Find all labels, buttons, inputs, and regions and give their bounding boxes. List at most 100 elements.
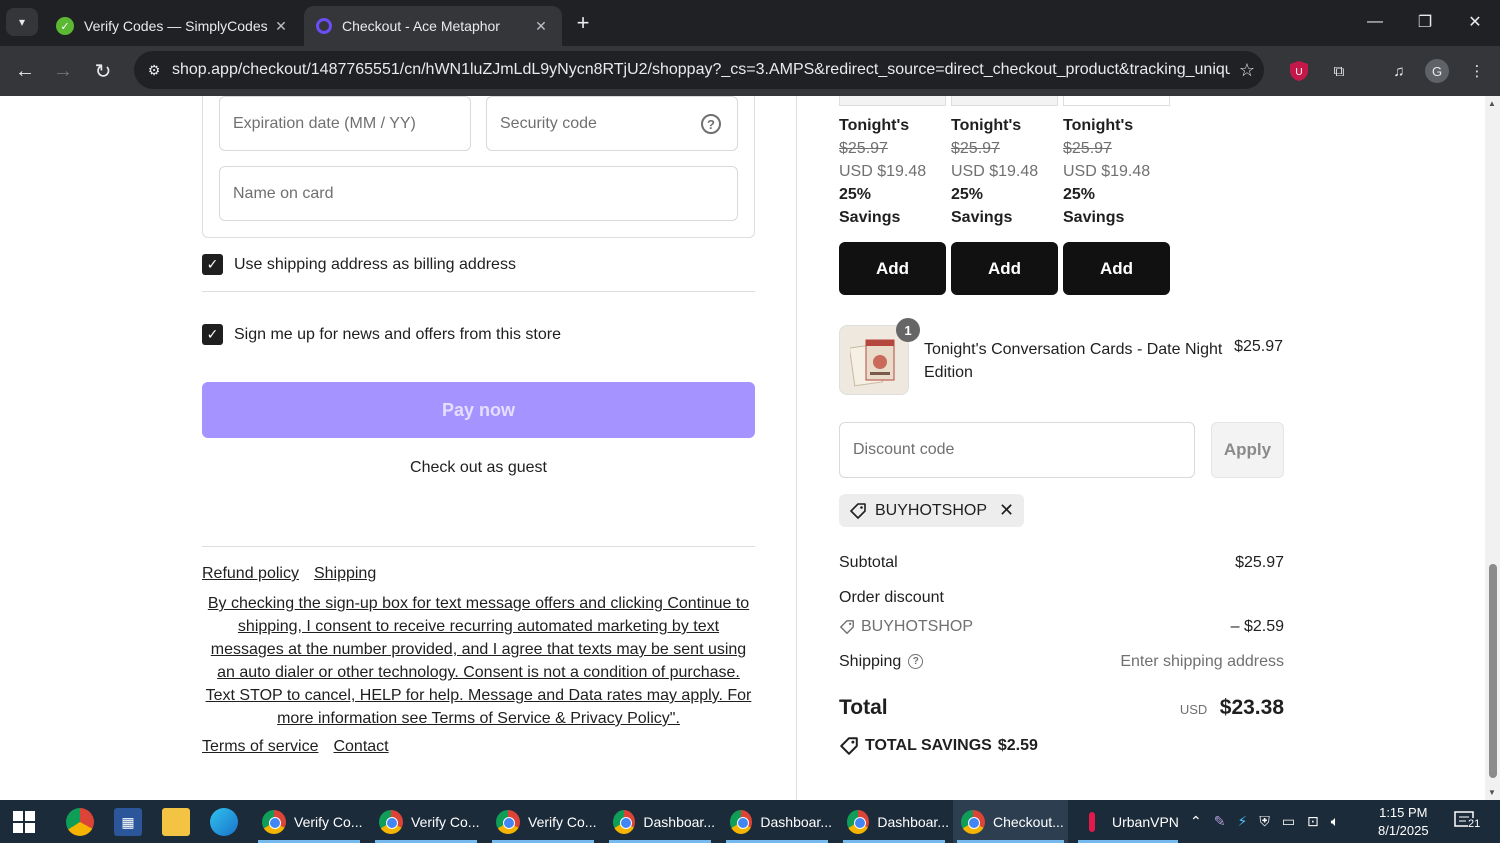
tag-icon: [850, 502, 866, 519]
pay-now-button[interactable]: Pay now: [202, 382, 755, 438]
tab-close-icon[interactable]: ✕: [272, 18, 290, 35]
page-scrollbar[interactable]: ▲ ▼: [1485, 96, 1500, 800]
taskbar-clock[interactable]: 1:15 PM 8/1/2025: [1378, 804, 1429, 840]
taskbar-app-checkout[interactable]: Checkout...: [953, 800, 1068, 843]
recommendation-card: Tonight's $25.97 USD $19.48 25% Savings: [1063, 114, 1171, 229]
security-code-help-icon[interactable]: ?: [701, 114, 721, 134]
rec-price: USD $19.48: [839, 163, 927, 180]
profile-avatar[interactable]: G: [1424, 58, 1450, 84]
edge-icon[interactable]: [210, 808, 238, 836]
close-window-button[interactable]: ✕: [1452, 6, 1498, 38]
media-control-icon[interactable]: ♫: [1386, 58, 1412, 84]
discount-code-input[interactable]: [853, 441, 1194, 459]
taskbar-app-urbanvpn[interactable]: UrbanVPN: [1074, 800, 1182, 843]
name-on-card-input[interactable]: [233, 184, 737, 203]
extensions-puzzle-icon[interactable]: ⧉: [1326, 58, 1352, 84]
apply-discount-button[interactable]: Apply: [1211, 422, 1284, 478]
battery-icon[interactable]: ▭: [1282, 813, 1295, 830]
taskbar-app-verify-codes[interactable]: Verify Co...: [371, 800, 481, 843]
network-icon[interactable]: ⊡: [1307, 813, 1319, 830]
recommendation-image: [839, 96, 946, 106]
windows-start-icon[interactable]: [12, 810, 36, 834]
recommendation-image: [951, 96, 1058, 106]
site-info-icon[interactable]: ⚙: [140, 62, 168, 79]
conversation-cards-image: [850, 339, 895, 387]
back-button[interactable]: ←: [10, 56, 40, 86]
recommendation-card: Tonight's $25.97 USD $19.48 25% Savings: [951, 114, 1059, 229]
applied-code-label: BUYHOTSHOP: [875, 501, 988, 519]
name-on-card-field[interactable]: [219, 166, 738, 221]
rec-savings-label: Savings: [839, 209, 901, 226]
app-tray-icon[interactable]: ⚡: [1237, 813, 1247, 830]
security-code-field[interactable]: ?: [486, 96, 738, 151]
cart-item-price: $25.97: [1234, 338, 1283, 355]
taskbar-app-verify-codes[interactable]: Verify Co...: [488, 800, 598, 843]
address-bar[interactable]: ⚙ shop.app/checkout/1487765551/cn/hWN1lu…: [134, 51, 1264, 89]
taskbar-app-label: Dashboar...: [877, 813, 949, 830]
shipping-policy-link[interactable]: Shipping: [314, 565, 376, 583]
add-recommendation-button[interactable]: Add: [951, 242, 1058, 295]
rec-savings-pct: 25%: [1063, 186, 1096, 203]
shipping-row: Shipping? Enter shipping address: [839, 653, 1284, 671]
browser-toolbar: ← → ↻ ⚙ shop.app/checkout/1487765551/cn/…: [0, 46, 1500, 96]
chrome-pinned-icon[interactable]: [66, 808, 94, 836]
newsletter-row[interactable]: ✓ Sign me up for news and offers from th…: [202, 324, 561, 345]
checkout-as-guest-link[interactable]: Check out as guest: [202, 459, 755, 477]
remove-discount-icon[interactable]: ✕: [999, 500, 1014, 521]
quantity-badge: 1: [896, 318, 920, 342]
discount-code-field[interactable]: [839, 422, 1195, 478]
terms-of-service-link[interactable]: Terms of service: [202, 738, 318, 756]
sms-consent-text[interactable]: By checking the sign-up box for text mes…: [202, 592, 755, 730]
bookmark-star-icon[interactable]: ☆: [1230, 60, 1264, 81]
discount-code-name: BUYHOTSHOP: [861, 618, 974, 635]
newsletter-checkbox[interactable]: ✓: [202, 324, 223, 345]
cart-item-name: Tonight's Conversation Cards - Date Nigh…: [924, 341, 1223, 381]
use-shipping-checkbox[interactable]: ✓: [202, 254, 223, 275]
tray-overflow-icon[interactable]: ⌃: [1190, 813, 1202, 830]
new-tab-button[interactable]: +: [570, 10, 596, 36]
use-shipping-as-billing-row[interactable]: ✓ Use shipping address as billing addres…: [202, 254, 516, 275]
tab-search-dropdown[interactable]: ▾: [6, 8, 38, 36]
refund-policy-link[interactable]: Refund policy: [202, 565, 299, 583]
expiration-date-input[interactable]: [233, 114, 470, 133]
browser-menu-icon[interactable]: ⋮: [1464, 58, 1490, 84]
taskbar-app-dashboard[interactable]: Dashboar...: [605, 800, 715, 843]
add-recommendation-button[interactable]: Add: [1063, 242, 1170, 295]
taskbar-app-label: Verify Co...: [411, 813, 480, 830]
system-tray: ⌃ ✎ ⚡ ⛨ ▭ ⊡ 🔈︎: [1190, 800, 1339, 843]
shipping-help-icon[interactable]: ?: [908, 654, 924, 670]
scrollbar-thumb[interactable]: [1489, 564, 1497, 778]
security-tray-icon[interactable]: ⛨: [1259, 813, 1270, 830]
pen-tray-icon[interactable]: ✎: [1214, 813, 1226, 830]
contact-link[interactable]: Contact: [333, 738, 388, 756]
calculator-icon[interactable]: ▦: [114, 808, 142, 836]
tab-verify-codes[interactable]: ✓ Verify Codes — SimplyCodes ✕: [44, 6, 302, 46]
add-recommendation-button[interactable]: Add: [839, 242, 946, 295]
restore-button[interactable]: ❐: [1402, 6, 1448, 38]
rec-name: Tonight's: [1063, 117, 1134, 134]
volume-icon[interactable]: 🔈︎: [1331, 813, 1339, 830]
notification-center-button[interactable]: 21: [1454, 810, 1488, 834]
ublock-extension-icon[interactable]: U: [1286, 58, 1312, 84]
taskbar-app-label: Dashboar...: [760, 813, 832, 830]
rec-savings-pct: 25%: [839, 186, 872, 203]
scroll-down-arrow-icon[interactable]: ▼: [1488, 788, 1496, 797]
tab-checkout[interactable]: Checkout - Ace Metaphor ✕: [304, 6, 562, 46]
file-explorer-icon[interactable]: [162, 808, 190, 836]
shipping-value: Enter shipping address: [1120, 653, 1284, 670]
scroll-up-arrow-icon[interactable]: ▲: [1488, 99, 1496, 108]
taskbar-app-verify-codes[interactable]: Verify Co...: [254, 800, 364, 843]
total-savings-row: TOTAL SAVINGS $2.59: [839, 736, 1038, 756]
forward-button[interactable]: →: [48, 56, 78, 86]
tab-close-icon[interactable]: ✕: [532, 18, 550, 35]
minimize-button[interactable]: —: [1352, 6, 1398, 38]
taskbar-app-dashboard[interactable]: Dashboar...: [722, 800, 832, 843]
taskbar-app-dashboard[interactable]: Dashboar...: [839, 800, 949, 843]
reload-button[interactable]: ↻: [88, 56, 118, 86]
order-discount-label: Order discount: [839, 589, 944, 606]
expiration-date-field[interactable]: [219, 96, 471, 151]
taskbar-app-label: Verify Co...: [528, 813, 597, 830]
profile-initial: G: [1425, 59, 1449, 83]
total-currency: USD: [1179, 702, 1208, 717]
rec-savings-label: Savings: [1063, 209, 1125, 226]
